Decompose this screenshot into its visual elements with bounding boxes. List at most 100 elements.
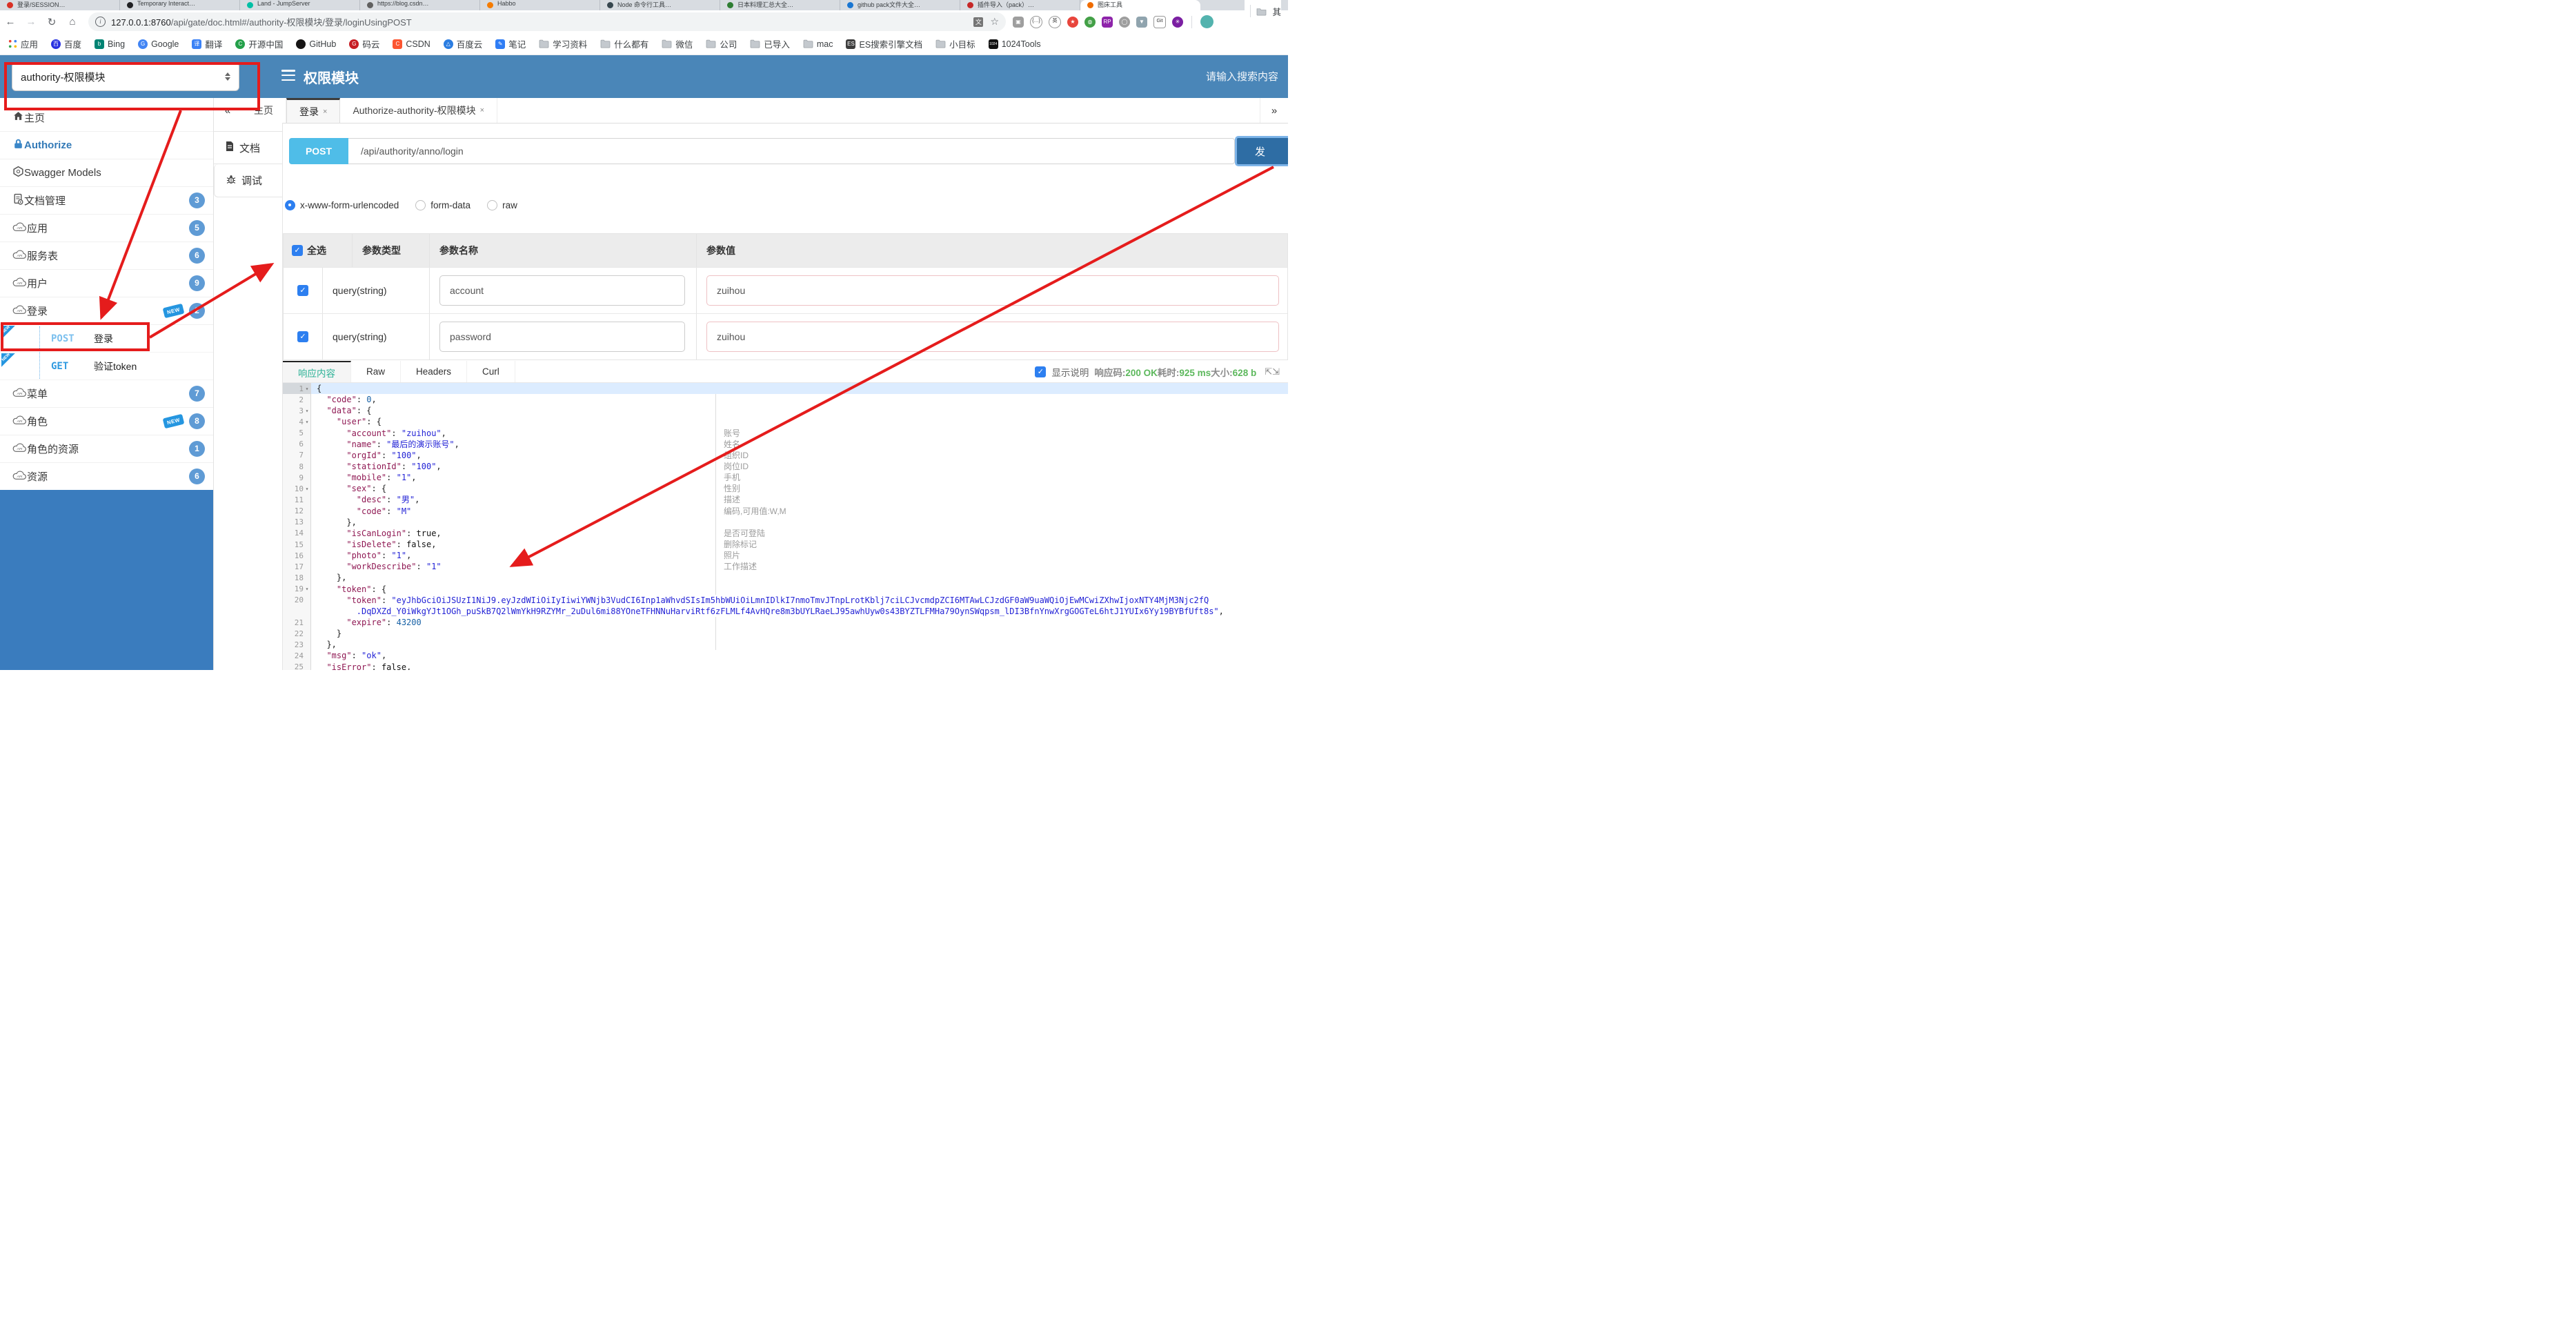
endpoint-POST-登录[interactable]: NEW POST 登录 (0, 325, 213, 353)
browser-tab[interactable]: Land - JumpServer (240, 0, 360, 10)
back-icon[interactable]: ← (0, 16, 21, 28)
forward-icon[interactable]: → (21, 16, 41, 28)
bookmark-item[interactable]: 学习资料 (539, 37, 587, 50)
sidebar-item-角色的资源[interactable]: API 角色的资源 1 (0, 435, 213, 463)
fold-arrow-icon[interactable]: ▾ (304, 419, 310, 425)
gutter[interactable]: 12 (283, 505, 311, 517)
expand-icon[interactable]: ⇱⇲ (1265, 366, 1280, 377)
bookmark-item[interactable]: 1024 1024Tools (988, 39, 1041, 49)
header-search-input[interactable]: 请输入搜索内容 (1206, 69, 1278, 83)
browser-tab[interactable]: Temporary Interact… (120, 0, 240, 10)
gutter[interactable]: 14 (283, 527, 311, 539)
gutter[interactable]: 6 (283, 438, 311, 450)
home-icon[interactable]: ⌂ (62, 16, 83, 28)
sidebar-item-Authorize[interactable]: Authorize (0, 132, 213, 159)
bookmark-item[interactable]: C 开源中国 (235, 37, 283, 50)
fold-arrow-icon[interactable]: ▾ (304, 486, 310, 492)
translate-en-extension-icon[interactable]: 英 (1049, 15, 1061, 28)
param-name-input[interactable] (439, 275, 685, 306)
bookmark-item[interactable]: 应用 (8, 37, 38, 50)
browser-tab[interactable]: 登录/SESSION… (0, 0, 120, 10)
sidebar-item-主页[interactable]: 主页 (0, 104, 213, 132)
row-checkbox[interactable]: ✓ (297, 285, 308, 296)
fold-arrow-icon[interactable]: ▾ (304, 386, 310, 392)
viewer-extension-icon[interactable]: ★ (1067, 16, 1078, 28)
bookmark-item[interactable]: ES ES搜索引擎文档 (846, 37, 922, 50)
response-tab-Curl[interactable]: Curl (467, 361, 515, 382)
sidebar-item-文档管理[interactable]: 文档管理 3 (0, 187, 213, 215)
fold-arrow-icon[interactable]: ▾ (304, 586, 310, 592)
gutter[interactable]: 9 (283, 472, 311, 484)
param-value-input[interactable] (706, 322, 1279, 352)
response-body-editor[interactable]: 1 ▾{2 "code": 0, 3 ▾ "data": {4 ▾ "user": {5… (283, 383, 1288, 670)
brackets-extension-icon[interactable]: {…} (1030, 15, 1042, 28)
bookmark-item[interactable]: G 码云 (349, 37, 379, 50)
gutter[interactable] (283, 605, 311, 617)
menu-icon[interactable] (281, 70, 295, 81)
bookmark-item[interactable]: 微信 (662, 37, 693, 50)
tab-Authorize-authority-权限模块[interactable]: Authorize-authority-权限模块 × (340, 98, 498, 123)
gutter[interactable]: 10 ▾ (283, 483, 311, 495)
sidebar-item-应用[interactable]: API 应用 5 (0, 215, 213, 242)
ring-extension-icon[interactable]: ◯ (1119, 16, 1130, 28)
gutter[interactable]: 5 (283, 427, 311, 439)
gutter[interactable]: 23 (283, 639, 311, 651)
body-type-radio-x-www-form-urlencoded[interactable]: x-www-form-urlencoded (285, 200, 399, 210)
profile-avatar[interactable] (1200, 15, 1213, 28)
globe-extension-icon[interactable]: ◍ (1084, 16, 1096, 28)
scroll-right-icon[interactable]: » (1260, 98, 1288, 123)
gutter[interactable]: 22 (283, 628, 311, 640)
gutter[interactable]: 25 (283, 661, 311, 670)
gitzip-extension-icon[interactable]: Git (1153, 15, 1166, 28)
bookmark-item[interactable]: 什么都有 (600, 37, 648, 50)
sidebar-item-登录[interactable]: API 登录 NEW 2 (0, 297, 213, 325)
doc-side-tab-文档[interactable]: 文档 (214, 131, 282, 164)
bookmark-item[interactable]: G Google (138, 39, 179, 49)
gutter[interactable]: 16 (283, 550, 311, 562)
gutter[interactable]: 20 (283, 594, 311, 606)
gutter[interactable]: 1 ▾ (283, 383, 311, 395)
tab-登录[interactable]: 登录 × (286, 98, 341, 123)
sidebar-item-菜单[interactable]: API 菜单 7 (0, 380, 213, 408)
response-tab-Headers[interactable]: Headers (401, 361, 468, 382)
body-type-radio-raw[interactable]: raw (487, 200, 517, 210)
browser-tab[interactable]: Node 命令行工具… (600, 0, 720, 10)
bookmark-item[interactable]: 已导入 (750, 37, 790, 50)
close-icon[interactable]: × (323, 108, 327, 116)
sidebar-item-服务表[interactable]: API 服务表 6 (0, 242, 213, 270)
translate-icon[interactable]: 文 (973, 17, 984, 27)
browser-tab[interactable]: 图床工具 (1080, 0, 1200, 10)
close-icon[interactable]: × (480, 106, 484, 115)
doc-side-tab-调试[interactable]: 调试 (214, 164, 282, 197)
bookmark-item[interactable]: ✎ 笔记 (495, 37, 526, 50)
browser-tab[interactable]: https://blog.csdn… (360, 0, 480, 10)
collapse-left-icon[interactable]: « (214, 98, 241, 123)
down-arrow-extension-icon[interactable]: ▼ (1136, 16, 1147, 28)
gutter[interactable]: 13 (283, 516, 311, 528)
bookmark-item[interactable]: GitHub (296, 39, 336, 49)
bookmark-item[interactable]: 公司 (706, 37, 737, 50)
param-name-input[interactable] (439, 322, 685, 352)
row-checkbox[interactable]: ✓ (297, 331, 308, 342)
gutter[interactable]: 3 ▾ (283, 405, 311, 417)
gutter[interactable]: 24 (283, 650, 311, 662)
gutter[interactable]: 11 (283, 494, 311, 506)
gutter[interactable]: 17 (283, 561, 311, 573)
gutter[interactable]: 2 (283, 394, 311, 406)
fold-arrow-icon[interactable]: ▾ (304, 408, 310, 414)
bookmark-item[interactable]: 译翻译 (192, 37, 222, 50)
capture-extension-icon[interactable]: ▣ (1013, 16, 1024, 28)
browser-tab[interactable]: 插件导入（pack）… (960, 0, 1080, 10)
module-select[interactable]: authority-权限模块 (12, 62, 239, 91)
browser-tab[interactable]: github pack文件大全… (840, 0, 960, 10)
address-bar[interactable]: i 127.0.0.1:8760/api/gate/doc.html#/auth… (88, 12, 1006, 31)
response-tab-响应内容[interactable]: 响应内容 (283, 361, 351, 382)
sidebar-item-用户[interactable]: API 用户 9 (0, 270, 213, 297)
endpoint-GET-验证token[interactable]: NEW GET 验证token (0, 353, 213, 380)
param-value-input[interactable] (706, 275, 1279, 306)
bookmark-item[interactable]: b Bing (95, 39, 125, 49)
browser-tab[interactable]: Habbo (480, 0, 600, 10)
gutter[interactable]: 19 ▾ (283, 583, 311, 595)
sidebar-item-资源[interactable]: API 资源 6 (0, 463, 213, 491)
site-info-icon[interactable]: i (95, 17, 106, 27)
